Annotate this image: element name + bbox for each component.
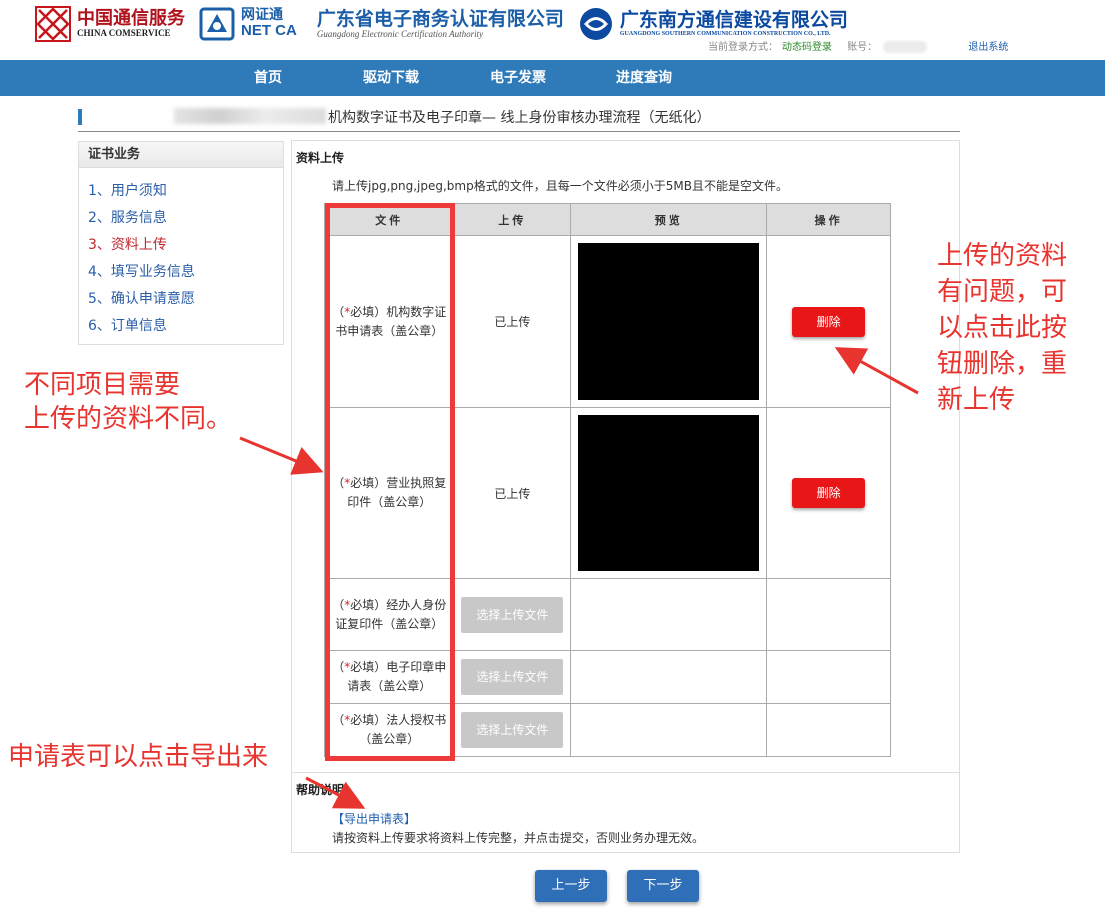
sidebar-title: 证书业务 xyxy=(79,142,283,168)
col-upload: 上传 xyxy=(453,203,572,236)
upload-hint: 请上传jpg,png,jpeg,bmp格式的文件，且每一个文件必须小于5MB且不… xyxy=(332,179,788,193)
logo-netca: 网证通 NET CA xyxy=(199,6,297,42)
sidebar-item-confirm-intent[interactable]: 5、确认申请意愿 xyxy=(79,286,283,313)
highlight-box xyxy=(325,203,455,761)
annotation-line: 上传的资料 xyxy=(937,241,1068,271)
action-cell: 删除 xyxy=(766,235,891,408)
sidebar-item-upload[interactable]: 3、资料上传 xyxy=(79,232,283,259)
delete-button[interactable]: 删除 xyxy=(792,478,866,508)
login-info: 当前登录方式： 动态码登录 账号： 退出系统 xyxy=(708,38,1008,53)
preview-image[interactable] xyxy=(578,243,760,400)
action-cell: 删除 xyxy=(766,407,891,579)
logo-sub: Guangdong Electronic Certification Autho… xyxy=(316,28,484,39)
logo-gdsc: 广东南方通信建设有限公司 GUANGDONG SOUTHERN COMMUNIC… xyxy=(578,6,848,42)
logout-link[interactable]: 退出系统 xyxy=(968,42,1008,53)
logo-china-comservice: 中国通信服务 CHINA COMSERVICE xyxy=(35,6,185,42)
page-title: 机构数字证书及电子印章— 线上身份审核办理流程（无纸化） xyxy=(328,110,711,126)
annotation-line: 钮删除，重 xyxy=(937,349,1068,379)
account-redacted xyxy=(883,41,928,53)
help-text: 请按资料上传要求将资料上传完整，并点击提交，否则业务办理无效。 xyxy=(332,831,705,845)
export-application-link[interactable]: 【导出申请表】 xyxy=(332,810,416,827)
preview-cell xyxy=(570,407,768,579)
next-step-button[interactable]: 下一步 xyxy=(627,870,699,902)
title-marker xyxy=(78,109,82,125)
annotation-line: 有问题，可 xyxy=(937,277,1068,307)
col-preview: 预览 xyxy=(570,203,768,236)
nav-progress-query[interactable]: 进度查询 xyxy=(616,60,672,96)
logo-gdca: 广东省电子商务认证有限公司 Guangdong Electronic Certi… xyxy=(311,7,564,40)
col-action: 操作 xyxy=(766,203,891,236)
sidebar-list: 1、用户须知 2、服务信息 3、资料上传 4、填写业务信息 5、确认申请意愿 6… xyxy=(79,168,283,340)
title-redacted xyxy=(174,108,326,124)
sidebar-item-business-info[interactable]: 4、填写业务信息 xyxy=(79,259,283,286)
logo-sub: GUANGDONG SOUTHERN COMMUNICATION CONSTRU… xyxy=(619,31,831,38)
upload-cell: 选择上传文件 xyxy=(453,578,572,651)
preview-cell xyxy=(570,578,768,651)
action-cell xyxy=(766,703,891,757)
preview-image[interactable] xyxy=(578,415,760,571)
help-title: 帮助说明 xyxy=(296,783,345,797)
annotation-line: 以点击此按 xyxy=(937,313,1068,343)
prev-step-button[interactable]: 上一步 xyxy=(535,870,607,902)
sidebar: 证书业务 1、用户须知 2、服务信息 3、资料上传 4、填写业务信息 5、确认申… xyxy=(78,141,284,345)
logo-sub: NET CA xyxy=(241,22,297,40)
page-title-bar: 机构数字证书及电子印章— 线上身份审核办理流程（无纸化） xyxy=(78,104,960,132)
preview-cell xyxy=(570,235,768,408)
annotation-left: 不同项目需要 上传的资料不同。 xyxy=(24,368,232,436)
logo-name: 广东南方通信建设有限公司 xyxy=(619,9,848,32)
nav-e-invoice[interactable]: 电子发票 xyxy=(490,60,546,96)
logo-name: 中国通信服务 xyxy=(77,8,185,30)
annotation-line: 不同项目需要 xyxy=(24,370,181,400)
sidebar-item-order-info[interactable]: 6、订单信息 xyxy=(79,313,283,340)
logo-name: 广东省电子商务认证有限公司 xyxy=(316,7,564,30)
preview-cell xyxy=(570,703,768,757)
action-cell xyxy=(766,650,891,704)
choose-file-button[interactable]: 选择上传文件 xyxy=(461,712,564,748)
annotation-right: 上传的资料 有问题，可 以点击此按 钮删除，重 新上传 xyxy=(937,238,1067,418)
delete-button[interactable]: 删除 xyxy=(792,306,866,337)
nav-driver-download[interactable]: 驱动下载 xyxy=(363,60,419,96)
help-divider xyxy=(292,772,959,773)
choose-file-button[interactable]: 选择上传文件 xyxy=(461,596,564,633)
choose-file-button[interactable]: 选择上传文件 xyxy=(461,659,564,695)
sidebar-item-service-info[interactable]: 2、服务信息 xyxy=(79,205,283,232)
nav-home[interactable]: 首页 xyxy=(254,60,282,96)
china-comservice-logo-icon xyxy=(35,6,71,42)
upload-status: 已上传 xyxy=(453,235,572,408)
page: 中国通信服务 CHINA COMSERVICE 网证通 NET CA 广东省电子… xyxy=(0,0,1105,914)
login-method-label: 当前登录方式： xyxy=(708,42,778,53)
upload-section-title: 资料上传 xyxy=(296,151,345,165)
preview-cell xyxy=(570,650,768,704)
netca-logo-icon xyxy=(199,7,235,41)
action-cell xyxy=(766,578,891,651)
upload-cell: 选择上传文件 xyxy=(453,650,572,704)
main-nav: 首页 驱动下载 电子发票 进度查询 xyxy=(0,60,1105,96)
gdsc-logo-icon xyxy=(579,8,612,40)
login-method: 动态码登录 xyxy=(782,42,832,53)
logo-sub: CHINA COMSERVICE xyxy=(77,27,171,38)
annotation-line: 新上传 xyxy=(937,385,1016,415)
annotation-bottom: 申请表可以点击导出来 xyxy=(8,742,269,772)
sidebar-item-user-notice[interactable]: 1、用户须知 xyxy=(79,178,283,205)
upload-status: 已上传 xyxy=(453,407,572,579)
annotation-line: 上传的资料不同。 xyxy=(24,404,233,434)
upload-cell: 选择上传文件 xyxy=(453,703,572,757)
account-label: 账号： xyxy=(847,42,878,53)
logo-name: 网证通 xyxy=(241,7,283,24)
